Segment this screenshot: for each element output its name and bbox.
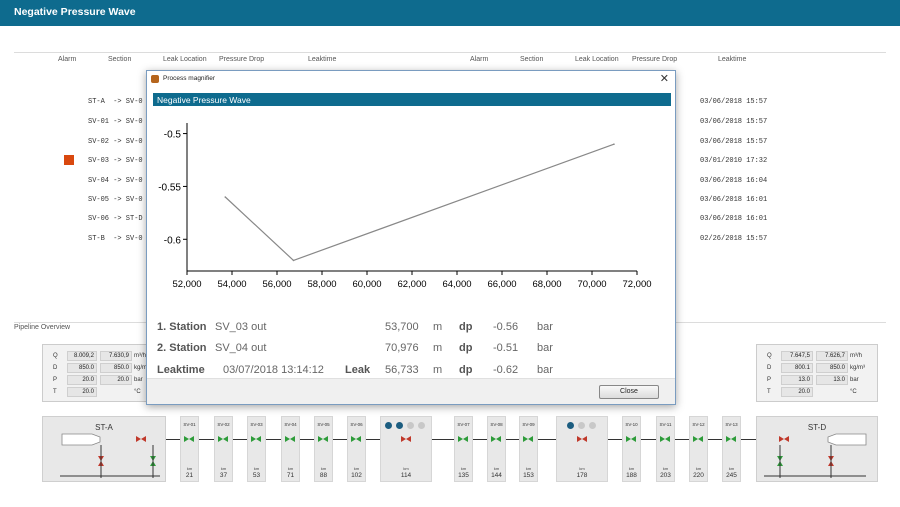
valve-open-icon <box>458 436 468 442</box>
station2-name: SV_04 out <box>215 342 267 354</box>
valve-open-icon <box>626 436 636 442</box>
valve-open-icon <box>251 436 261 442</box>
leak-label: Leak <box>345 364 371 376</box>
station-piping <box>764 445 866 478</box>
valve-closed-icon <box>136 436 146 442</box>
station2-dp-unit: bar <box>537 342 553 354</box>
leak-dp-label: dp <box>459 364 473 376</box>
valve-closed-icon <box>577 436 587 442</box>
y-tick-label: -0.55 <box>158 182 181 193</box>
leak-unit: m <box>433 364 443 376</box>
station1-dp-unit: bar <box>537 321 553 333</box>
valve-open-icon <box>184 436 194 442</box>
x-tick-label: 54,000 <box>217 279 246 290</box>
station2-dp-label: dp <box>459 342 473 354</box>
station1-label: 1. Station <box>157 321 207 333</box>
valve-open-icon <box>726 436 736 442</box>
dialog-header: Negative Pressure Wave <box>153 93 671 106</box>
tank-icon <box>827 433 867 446</box>
valve-open-icon <box>693 436 703 442</box>
data-point <box>224 196 227 198</box>
x-tick-label: 52,000 <box>172 279 201 290</box>
valve-open-icon <box>318 436 328 442</box>
valve-open-icon <box>491 436 501 442</box>
close-icon[interactable]: ✕ <box>660 72 669 85</box>
x-tick-label: 68,000 <box>532 279 561 290</box>
data-point <box>613 143 615 145</box>
leak-position: 56,733 <box>385 364 419 376</box>
valve-open-icon <box>351 436 361 442</box>
x-tick-label: 58,000 <box>307 279 336 290</box>
station2-dp: -0.51 <box>493 342 519 354</box>
x-tick-label: 72,000 <box>622 279 651 290</box>
x-tick-label: 66,000 <box>487 279 516 290</box>
valve-open-icon <box>285 436 295 442</box>
valve-open-icon <box>660 436 670 442</box>
valve-open-icon <box>218 436 228 442</box>
y-tick-label: -0.5 <box>164 130 182 141</box>
valve-closed-icon <box>779 436 789 442</box>
x-tick-label: 64,000 <box>442 279 471 290</box>
valve-open-icon <box>523 436 533 442</box>
tank-icon <box>61 433 101 446</box>
y-tick-label: -0.6 <box>164 235 182 246</box>
x-tick-label: 56,000 <box>262 279 291 290</box>
dialog-titlebar[interactable]: Process magnifier ✕ <box>147 71 675 87</box>
x-tick-label: 60,000 <box>352 279 381 290</box>
station1-unit: m <box>433 321 443 333</box>
data-point <box>292 259 295 262</box>
station1-dp: -0.56 <box>493 321 519 333</box>
close-button[interactable]: Close <box>599 385 659 399</box>
station2-unit: m <box>433 342 443 354</box>
x-tick-label: 70,000 <box>577 279 606 290</box>
dialog-footer: Close <box>147 378 675 404</box>
valve-closed-icon <box>401 436 411 442</box>
station2-label: 2. Station <box>157 342 207 354</box>
dialog-header-title: Negative Pressure Wave <box>157 95 251 105</box>
leak-dp: -0.62 <box>493 364 519 376</box>
app-icon <box>151 75 159 83</box>
station-piping <box>60 445 160 478</box>
leak-dp-unit: bar <box>537 364 553 376</box>
station2-position: 70,976 <box>385 342 419 354</box>
station1-dp-label: dp <box>459 321 473 333</box>
station1-name: SV_03 out <box>215 321 267 333</box>
x-tick-label: 62,000 <box>397 279 426 290</box>
leaktime-value: 03/07/2018 13:14:12 <box>223 364 324 376</box>
leaktime-label: Leaktime <box>157 364 205 376</box>
dialog-title: Process magnifier <box>163 75 216 82</box>
pressure-series-line <box>224 143 615 262</box>
pressure-chart: 52,000 54,000 56,000 58,000 60,000 62,000 64,0… <box>158 123 652 290</box>
process-magnifier-dialog: Process magnifier ✕ Negative Pressure Wa… <box>146 70 676 405</box>
station1-position: 53,700 <box>385 321 419 333</box>
